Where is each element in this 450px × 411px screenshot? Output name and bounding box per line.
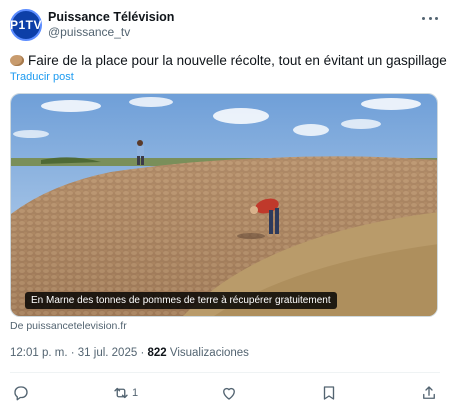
reply-button[interactable] [12, 384, 30, 402]
repost-icon [114, 387, 128, 399]
translate-link[interactable]: Traducir post [10, 71, 74, 83]
share-button[interactable] [420, 384, 438, 402]
action-bar: 1 [12, 383, 438, 403]
heart-icon [223, 387, 235, 400]
bookmark-button[interactable] [320, 384, 338, 402]
avatar[interactable]: P1TV [10, 9, 42, 41]
user-handle[interactable]: @puissance_tv [48, 25, 174, 40]
tweet-media[interactable]: En Marne des tonnes de pommes de terre à… [10, 93, 438, 317]
source-link[interactable]: De puissancetelevision.fr [10, 320, 127, 332]
tweet-date[interactable]: 31 jul. 2025 [78, 347, 137, 359]
reply-icon [14, 386, 28, 401]
tweet-header: P1TV Puissance Télévision @puissance_tv [10, 8, 440, 42]
bookmark-icon [323, 386, 335, 400]
potato-icon [10, 55, 24, 66]
repost-button[interactable]: 1 [112, 384, 138, 402]
like-button[interactable] [220, 384, 238, 402]
share-icon [423, 386, 435, 399]
tweet-meta: 12:01 p. m. · 31 jul. 2025 · 822 Visuali… [10, 347, 249, 359]
tweet-text: Faire de la place pour la nouvelle récol… [10, 52, 447, 69]
media-image [11, 94, 437, 316]
views-label: Visualizaciones [169, 347, 249, 359]
meta-separator: · [67, 347, 78, 359]
tweet-time[interactable]: 12:01 p. m. [10, 347, 68, 359]
tweet-text-content: Faire de la place pour la nouvelle récol… [28, 53, 447, 68]
views-count: 822 [147, 347, 167, 359]
repost-count: 1 [131, 387, 139, 399]
meta-separator-2: · [137, 347, 148, 359]
display-name[interactable]: Puissance Télévision [48, 10, 174, 25]
divider [10, 372, 440, 373]
more-horizontal-icon[interactable] [422, 10, 438, 26]
media-caption: En Marne des tonnes de pommes de terre à… [25, 292, 337, 309]
author-names: Puissance Télévision @puissance_tv [48, 10, 174, 40]
